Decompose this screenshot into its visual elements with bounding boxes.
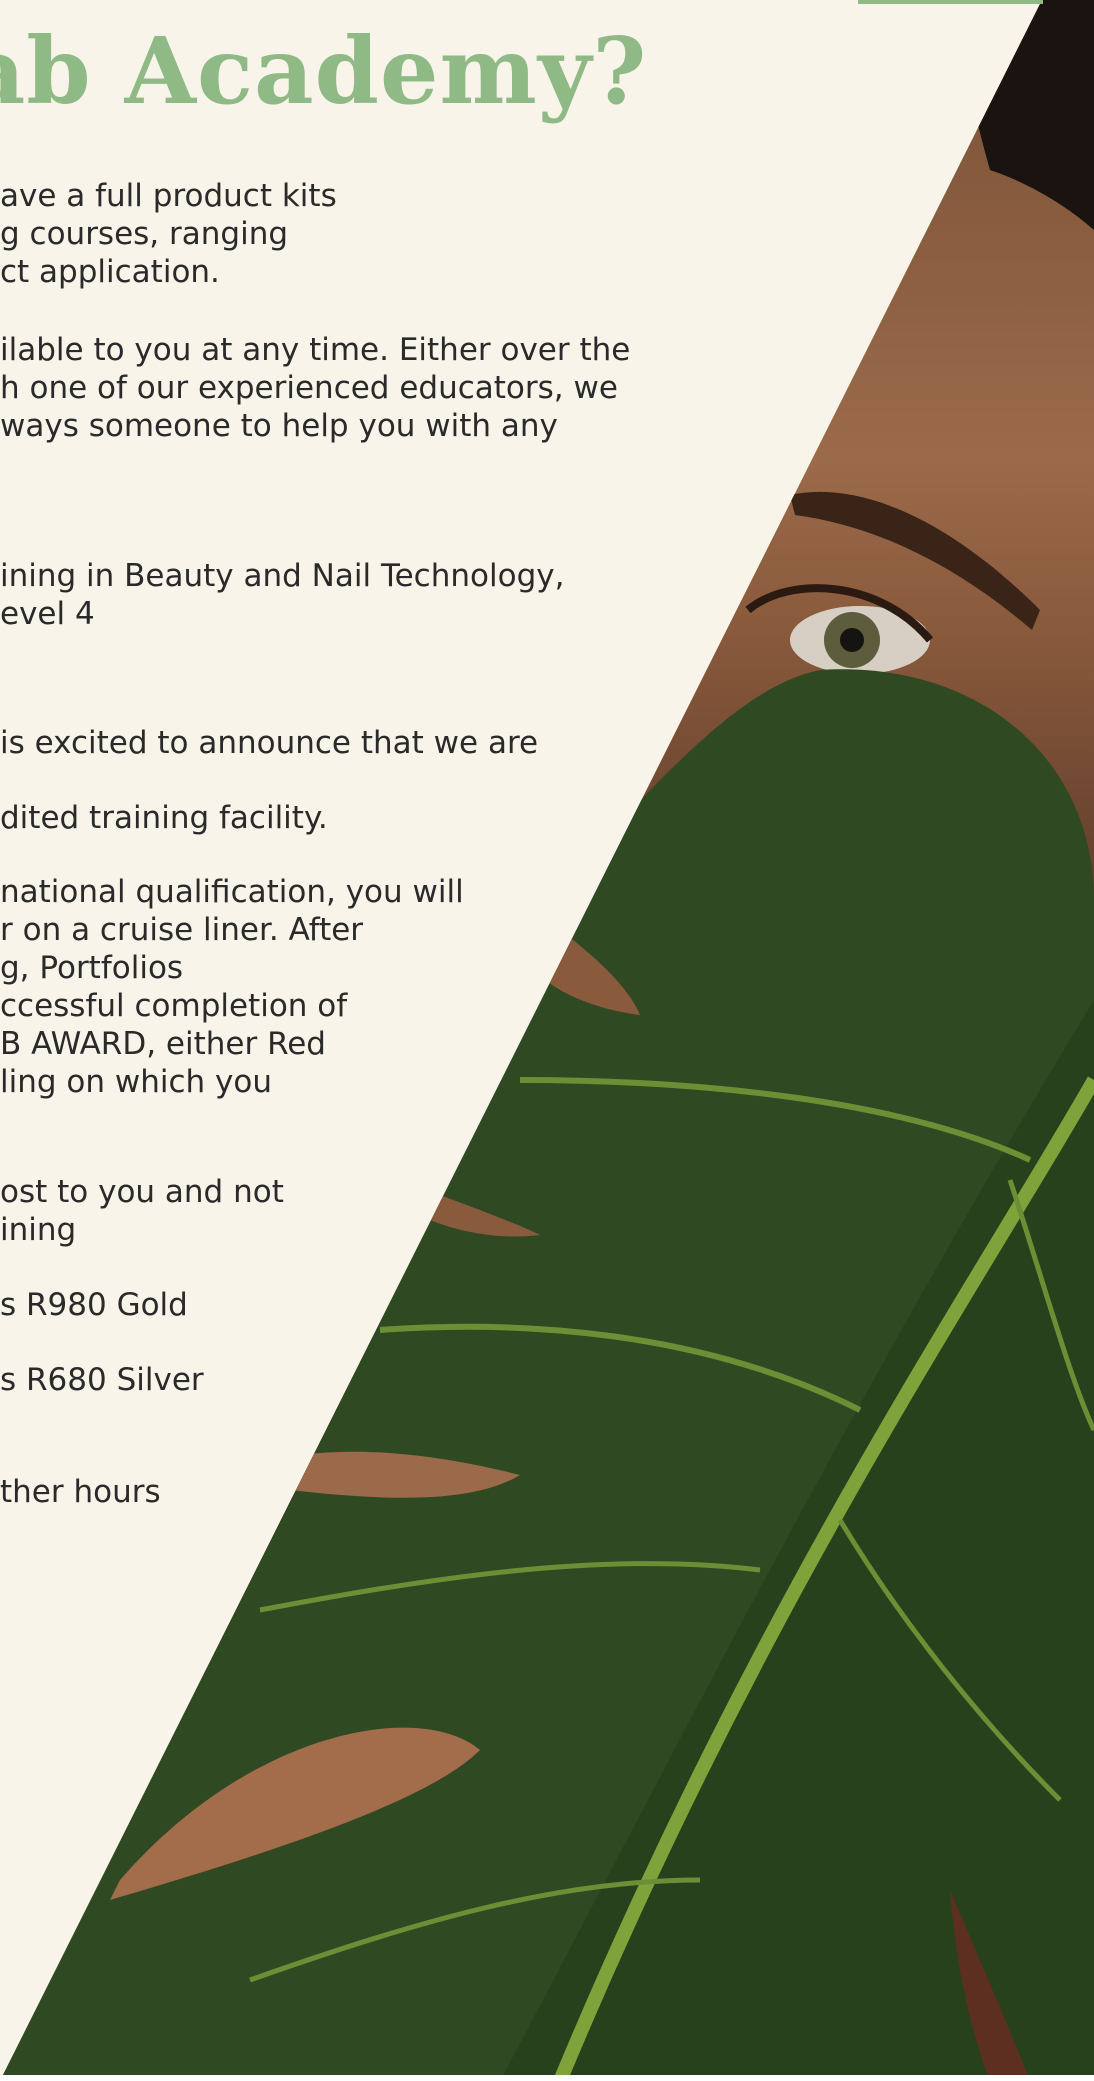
text-line: ther hours (0, 1474, 161, 1510)
paragraph-training: ining in Beauty and Nail Technology, eve… (0, 557, 564, 633)
text-line: ling on which you (0, 1064, 272, 1100)
text-line: is excited to announce that we are (0, 725, 539, 761)
paragraph-support: ilable to you at any time. Either over t… (0, 331, 630, 445)
top-accent-bar (858, 0, 1043, 4)
text-line: ways someone to help you with any (0, 408, 558, 444)
text-line: ost to you and not (0, 1174, 284, 1210)
paragraph-hours: ther hours (0, 1473, 161, 1511)
text-line: ining in Beauty and Nail Technology, (0, 558, 565, 594)
page-title: Lab Academy? (0, 17, 648, 125)
paragraph-qualification: national qualification, you will r on a … (0, 873, 464, 1101)
text-line: national qualification, you will (0, 874, 464, 910)
text-line: ave a full product kits (0, 178, 337, 214)
text-line: h one of our experienced educators, we (0, 370, 618, 406)
text-line: ct application. (0, 254, 220, 290)
paragraph-announce: is excited to announce that we are (0, 724, 538, 762)
text-line: dited training facility. (0, 800, 328, 836)
eyebrow-shape (790, 491, 1040, 630)
text-line: s R980 Gold (0, 1287, 188, 1323)
paragraph-facility: dited training facility. (0, 799, 328, 837)
text-line: ilable to you at any time. Either over t… (0, 332, 631, 368)
paragraph-kits: ave a full product kits g courses, rangi… (0, 177, 337, 291)
paragraph-silver-price: s R680 Silver (0, 1361, 204, 1399)
paragraph-cost: ost to you and not ining (0, 1173, 284, 1249)
text-line: r on a cruise liner. After (0, 912, 364, 948)
text-line: ccessful completion of (0, 988, 348, 1024)
text-line: g, Portfolios (0, 950, 184, 986)
eye-pupil (840, 628, 864, 652)
hair-shape (950, 0, 1094, 230)
text-line: B AWARD, either Red (0, 1026, 326, 1062)
text-line: ining (0, 1212, 77, 1248)
text-line: evel 4 (0, 596, 95, 632)
bottom-edge (0, 2075, 1094, 2081)
paragraph-gold-price: s R980 Gold (0, 1286, 188, 1324)
text-line: s R680 Silver (0, 1362, 204, 1398)
text-line: g courses, ranging (0, 216, 289, 252)
page: Lab Academy? ave a full product kits g c… (0, 0, 1094, 2081)
